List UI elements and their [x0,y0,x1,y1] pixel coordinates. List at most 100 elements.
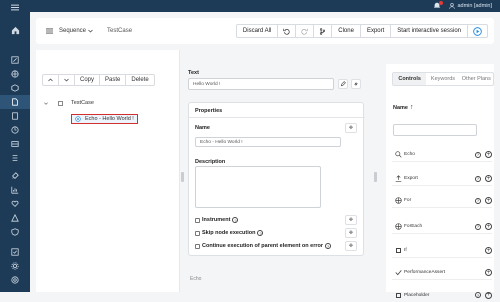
help-icon[interactable]: ? [232,217,239,223]
edit-icon[interactable] [0,53,30,67]
discard-all-button[interactable]: Discard All [237,25,279,37]
clone-button[interactable]: Clone [332,25,361,37]
copy-button[interactable]: Copy [75,75,101,85]
control-item[interactable]: For ? + [392,194,492,208]
properties-card: Properties Name Echo - Hello World ! ✥ D… [188,102,365,256]
add-control-icon[interactable]: + [485,151,492,158]
play-button[interactable] [468,25,487,37]
tree-root-row[interactable]: TestCase [44,100,94,106]
help-icon[interactable]: ? [257,230,264,236]
table-icon[interactable] [0,137,30,151]
help-icon[interactable]: ? [475,151,481,158]
list-icon[interactable] [0,151,30,165]
export-icon [395,175,401,182]
move-up-button[interactable] [43,75,59,85]
heart-icon[interactable] [0,197,30,211]
docs-icon[interactable] [0,109,30,123]
skip-row: Skip node execution ? [195,230,264,236]
export-button[interactable]: Export [361,25,392,37]
control-item[interactable]: Placeholder ? + [392,288,492,302]
redo-button[interactable] [296,25,315,37]
help-icon[interactable]: ? [475,197,481,204]
add-control-icon[interactable]: + [485,223,492,230]
skip-checkbox[interactable] [195,230,200,236]
continue-dynamic-button[interactable]: ✥ [345,241,357,251]
help-icon[interactable]: ? [475,223,481,230]
text-dynamic-button[interactable] [351,79,361,89]
controls-filter-input[interactable] [393,124,477,136]
echo-node-icon [75,116,81,122]
tree-panel: Copy Paste Delete TestCase Echo - Hello … [36,50,180,292]
support-icon[interactable] [0,273,30,287]
file-icon[interactable] [0,95,30,109]
text-label: Text [188,70,199,76]
sort-by-name[interactable]: Name ↑ [393,104,413,111]
rocket-icon[interactable] [0,169,30,183]
branch-icon [320,27,326,35]
globe-icon[interactable] [0,67,30,81]
editor-header: Sequence TestCase Discard All Clone Expo… [36,18,494,44]
control-item[interactable]: PerformanceAssert + [392,266,492,280]
tab-controls[interactable]: Controls [393,73,427,85]
add-control-icon[interactable]: + [485,291,492,299]
skip-label: Skip node execution [202,230,256,236]
tree-toolbar: Copy Paste Delete [42,74,155,86]
control-item[interactable]: Export ? + [392,172,492,186]
control-item[interactable]: If + [392,244,492,258]
sequence-dropdown[interactable]: Sequence [59,28,93,34]
sort-label: Name [393,104,408,111]
hamburger-icon[interactable] [46,28,53,34]
clock-icon[interactable] [0,123,30,137]
sequence-label: Sequence [59,28,87,34]
tree-selected-node[interactable]: Echo - Hello World ! [71,114,138,124]
add-control-icon[interactable]: + [485,247,492,254]
text-input[interactable]: Hello World ! [188,78,334,90]
add-control-icon[interactable]: + [485,197,492,204]
notification-badge [439,1,444,5]
undo-button[interactable] [278,25,297,37]
control-item[interactable]: ForEach ? + [392,220,492,234]
description-label: Description [195,159,226,165]
text-edit-button[interactable] [338,79,348,89]
notification-bell-icon[interactable] [433,1,444,10]
control-item[interactable]: Echo ? + [392,148,492,162]
move-down-button[interactable] [59,75,75,85]
help-icon[interactable]: ? [475,292,481,298]
instrument-checkbox[interactable] [195,217,200,223]
delete-button[interactable]: Delete [126,75,153,85]
add-control-icon[interactable]: + [485,175,492,182]
tab-other-plans[interactable]: Other Plans [460,73,493,85]
instrument-dynamic-button[interactable]: ✥ [345,215,357,225]
chevron-down-icon [88,29,93,33]
user-icon [449,3,456,9]
description-textarea[interactable] [195,166,321,208]
branch-button[interactable] [314,25,333,37]
splitter-right-handle[interactable] [374,172,377,182]
menu-icon[interactable] [0,1,30,13]
name-input[interactable]: Echo - Hello World ! [195,137,341,147]
continue-checkbox[interactable] [195,243,200,249]
collapse-chevron-icon[interactable] [44,101,48,105]
add-control-icon[interactable]: + [485,269,492,276]
splitter-left-handle[interactable] [181,172,184,182]
settings-icon[interactable] [0,259,30,273]
testcase-title: TestCase [107,28,133,34]
paste-button[interactable]: Paste [100,75,127,85]
foreach-icon [394,223,402,230]
help-icon[interactable]: ? [325,243,332,249]
name-dynamic-button[interactable]: ✥ [345,123,357,133]
warning-icon[interactable] [0,211,30,225]
start-interactive-session-button[interactable]: Start interactive session [391,25,468,37]
help-icon[interactable]: ? [475,175,481,182]
skip-dynamic-button[interactable]: ✥ [345,228,357,238]
chart-icon[interactable] [0,183,30,197]
instrument-label: Instrument [202,217,231,223]
tab-keywords[interactable]: Keywords [426,73,459,85]
user-menu[interactable]: admin [admin] [449,3,492,9]
checkbox-icon[interactable] [0,245,30,259]
home-icon[interactable] [0,23,30,37]
arrow-up-icon: ↑ [409,104,414,111]
cube-icon[interactable] [0,81,30,95]
control-name: ForEach [404,224,423,229]
shield-icon[interactable] [0,225,30,239]
